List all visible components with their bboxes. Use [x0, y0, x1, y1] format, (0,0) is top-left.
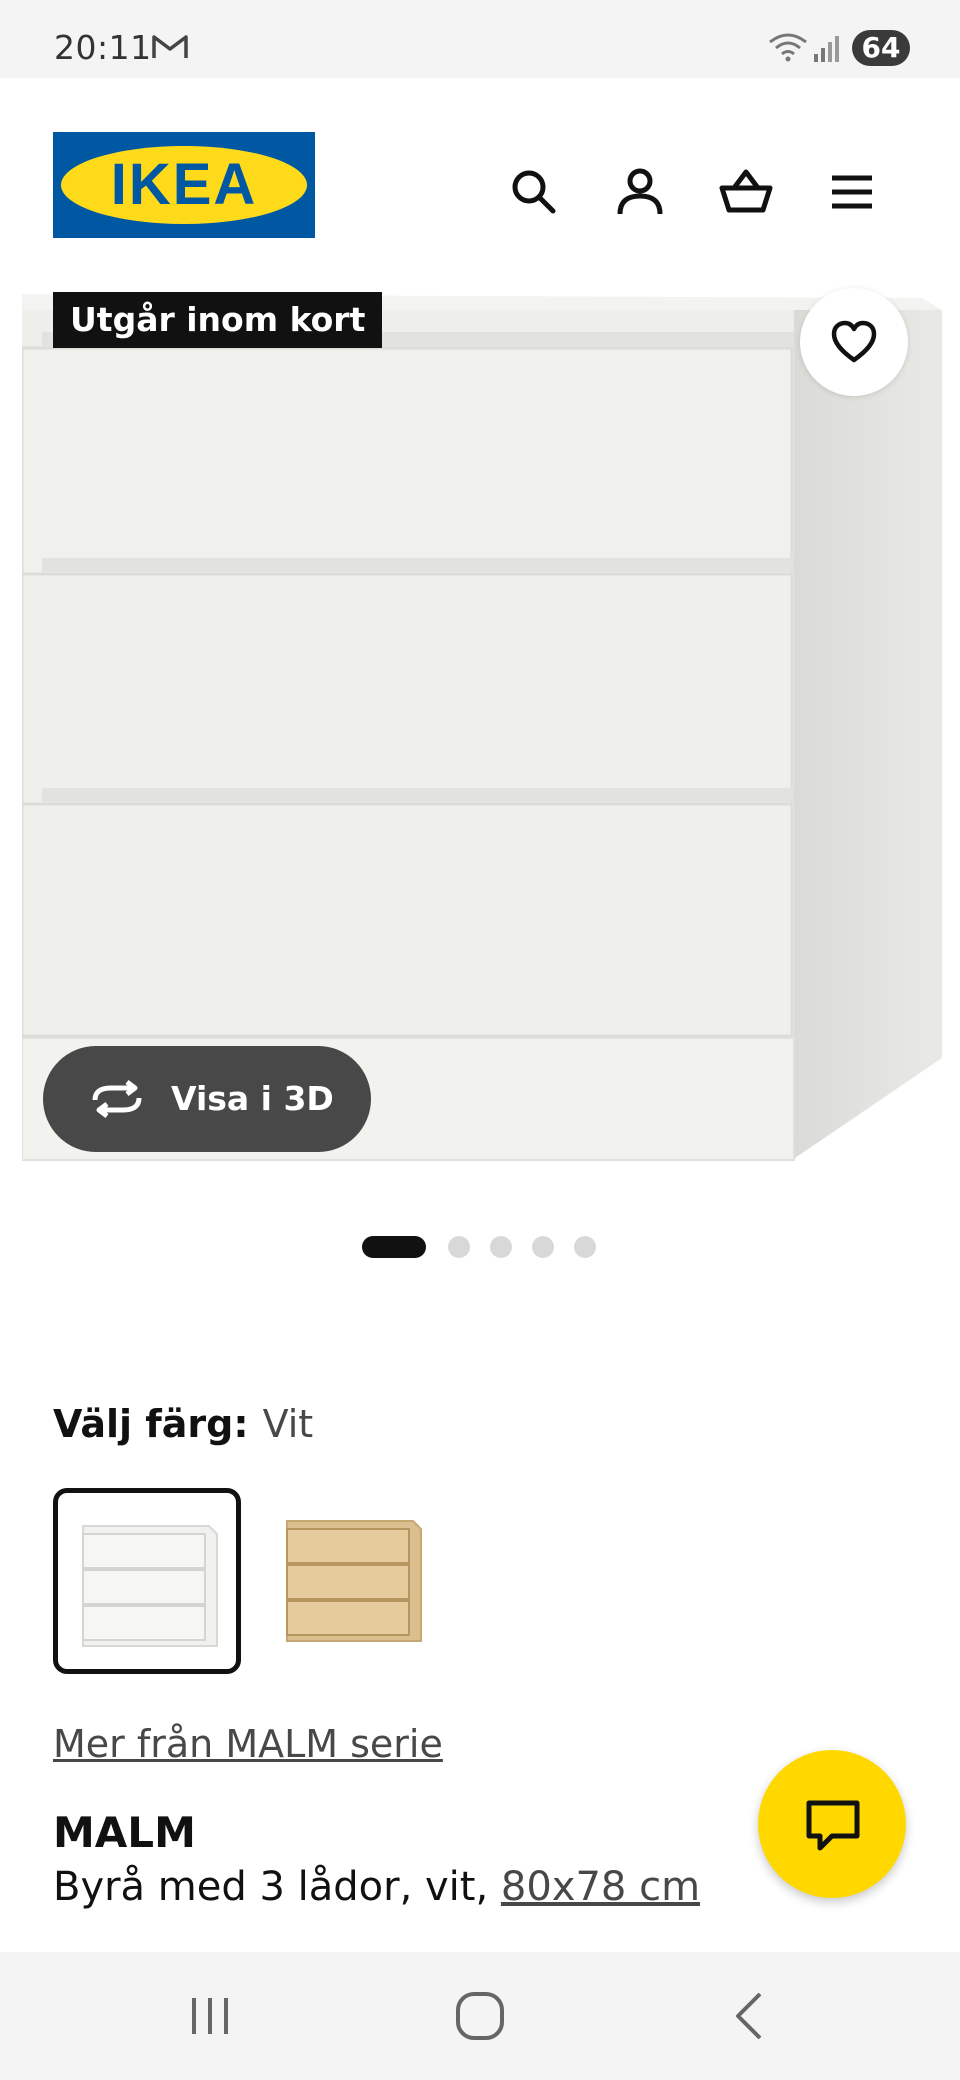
- basket-icon[interactable]: [716, 162, 776, 222]
- carousel-indicator: [0, 1236, 960, 1260]
- status-badge: Utgår inom kort: [53, 292, 383, 348]
- menu-icon[interactable]: [822, 162, 882, 222]
- chat-icon: [806, 1800, 860, 1851]
- product-description-text: Byrå med 3 lådor, vit,: [53, 1864, 501, 1910]
- product-image[interactable]: [22, 288, 942, 1168]
- header: IKEA: [0, 78, 960, 288]
- ikea-logo[interactable]: IKEA: [53, 132, 315, 238]
- swatch-oak-image: [286, 1520, 422, 1642]
- signal-icon: [812, 34, 842, 62]
- product-gallery[interactable]: Utgår inom kort Visa i 3D: [0, 288, 960, 1188]
- product-description: Byrå med 3 lådor, vit, 80x78 cm: [53, 1864, 700, 1910]
- status-time: 20:11: [54, 28, 152, 67]
- rotate-3d-icon: [92, 1080, 142, 1118]
- color-label-key: Välj färg:: [53, 1402, 249, 1446]
- battery-icon: 64: [852, 30, 910, 66]
- gmail-icon: [152, 34, 188, 60]
- carousel-dot-3[interactable]: [490, 1236, 512, 1258]
- color-label-value: Vit: [262, 1402, 314, 1446]
- product-name: MALM: [53, 1808, 196, 1857]
- system-navigation-bar: [0, 1952, 960, 2080]
- status-bar: 20:11 64: [0, 0, 960, 78]
- view-3d-label: Visa i 3D: [171, 1079, 334, 1118]
- search-icon[interactable]: [504, 162, 564, 222]
- account-icon[interactable]: [610, 162, 670, 222]
- logo-text: IKEA: [110, 152, 258, 217]
- color-selector-label: Välj färg: Vit: [53, 1402, 313, 1446]
- color-swatch-oak[interactable]: [262, 1488, 450, 1674]
- carousel-dot-5[interactable]: [574, 1236, 596, 1258]
- chat-button[interactable]: [758, 1750, 906, 1898]
- heart-icon: [831, 320, 877, 363]
- carousel-dot-4[interactable]: [532, 1236, 554, 1258]
- home-icon[interactable]: [450, 1986, 510, 2046]
- product-size-link[interactable]: 80x78 cm: [501, 1864, 700, 1910]
- favorite-button[interactable]: [800, 288, 908, 396]
- wifi-icon: [768, 32, 808, 62]
- color-swatch-white[interactable]: [53, 1488, 241, 1674]
- recent-apps-icon[interactable]: [180, 1986, 240, 2046]
- view-3d-button[interactable]: Visa i 3D: [43, 1046, 371, 1152]
- back-icon[interactable]: [720, 1986, 780, 2046]
- carousel-dot-1[interactable]: [362, 1236, 426, 1258]
- swatch-white-image: [82, 1525, 218, 1647]
- series-link[interactable]: Mer från MALM serie: [53, 1722, 443, 1766]
- carousel-dot-2[interactable]: [448, 1236, 470, 1258]
